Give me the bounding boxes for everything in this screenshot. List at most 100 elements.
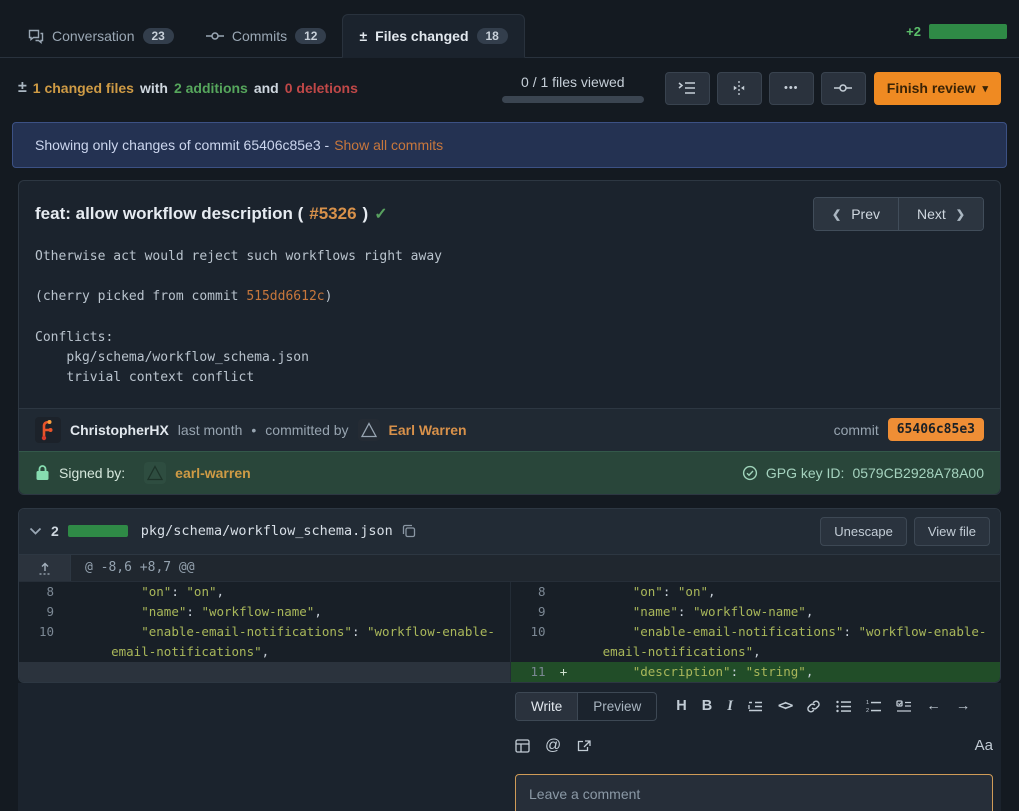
arrow-right-icon[interactable]: →: [956, 698, 971, 714]
pr-number-link[interactable]: #5326: [309, 204, 356, 224]
diff-marker: [63, 582, 81, 602]
author-name-link[interactable]: ChristopherHX: [70, 422, 169, 438]
bold-icon[interactable]: B: [702, 698, 712, 714]
diff-left-cell: 10 "enable-email-notifications": "workfl…: [19, 622, 510, 662]
lock-icon: [35, 464, 50, 481]
code-line: "name": "workflow-name",: [573, 602, 1001, 622]
quote-icon[interactable]: [748, 700, 763, 713]
code-icon[interactable]: <>: [778, 698, 791, 714]
files-viewed-label: 0 / 1 files viewed: [521, 74, 625, 90]
heading-icon[interactable]: H: [676, 698, 686, 714]
gpg-key-label: GPG key ID:: [766, 465, 845, 481]
committer-name-link[interactable]: Earl Warren: [389, 422, 467, 438]
reference-icon[interactable]: [576, 739, 592, 753]
line-number[interactable]: 8: [511, 582, 555, 602]
finish-review-button[interactable]: Finish review ▾: [874, 72, 1001, 105]
page-content: ± 1 changed files with 2 additions and 0…: [0, 67, 1019, 811]
line-number[interactable]: 9: [511, 602, 555, 622]
line-number[interactable]: 10: [19, 622, 63, 662]
ordered-list-icon[interactable]: 12: [866, 700, 881, 713]
diff-left-cell: 8 "on": "on",: [19, 582, 510, 602]
chevron-down-icon[interactable]: [29, 527, 42, 536]
commit-time: last month: [178, 422, 243, 438]
additions-bar: [929, 24, 1007, 39]
hunk-header-row: @ -8,6 +8,7 @@: [19, 555, 1000, 582]
tab-commits-label: Commits: [232, 28, 287, 44]
mention-icon[interactable]: @: [545, 737, 561, 755]
commit-title-text: feat: allow workflow description (: [35, 204, 303, 224]
pr-tab-bar: Conversation 23 Commits 12 ± Files chang…: [0, 0, 1019, 58]
table-icon[interactable]: [515, 739, 530, 753]
file-path[interactable]: pkg/schema/workflow_schema.json: [141, 523, 393, 539]
expand-hunk-button[interactable]: [19, 555, 71, 581]
diff-options-button[interactable]: •••: [769, 72, 814, 105]
italic-icon[interactable]: I: [727, 698, 733, 715]
commit-header: feat: allow workflow description ( #5326)…: [19, 181, 1000, 235]
view-file-button[interactable]: View file: [914, 517, 990, 546]
prev-commit-button[interactable]: ❮ Prev: [814, 198, 899, 230]
svg-text:1: 1: [866, 700, 869, 706]
commit-title: feat: allow workflow description ( #5326)…: [35, 204, 388, 224]
text-style-icon[interactable]: Aa: [975, 737, 993, 754]
committed-by-label: committed by: [265, 422, 348, 438]
unescape-button[interactable]: Unescape: [820, 517, 907, 546]
diff-marker: +: [555, 662, 573, 682]
commit-sha-badge[interactable]: 65406c85e3: [888, 418, 984, 441]
diff-right-cell: 9 "name": "workflow-name",: [510, 602, 1001, 622]
diff-row: 11+ "description": "string",: [19, 662, 1000, 682]
signer-name-link[interactable]: earl-warren: [175, 465, 250, 481]
tab-conversation[interactable]: Conversation 23: [12, 15, 190, 57]
comment-input[interactable]: [515, 774, 993, 811]
commit-title-close: ): [363, 204, 369, 224]
copy-path-icon[interactable]: [402, 524, 416, 538]
committer-avatar[interactable]: [358, 419, 380, 441]
diff-table: 8 "on": "on",8 "on": "on",9 "name": "wor…: [19, 582, 1000, 682]
line-number[interactable]: 9: [19, 602, 63, 622]
conversation-count-badge: 23: [143, 28, 174, 44]
banner-text: Showing only changes of commit 65406c85e…: [35, 137, 329, 153]
diff-right-cell: 11+ "description": "string",: [510, 662, 1001, 682]
tab-files-changed[interactable]: ± Files changed 18: [342, 14, 524, 58]
file-tree-toggle-button[interactable]: [665, 72, 710, 105]
commit-detail-box: feat: allow workflow description ( #5326)…: [18, 180, 1001, 495]
signer-avatar[interactable]: [144, 462, 166, 484]
diff-marker: [555, 602, 573, 622]
line-number[interactable]: 10: [511, 622, 555, 662]
split-view-button[interactable]: [717, 72, 762, 105]
unordered-list-icon[interactable]: [836, 700, 851, 713]
author-avatar[interactable]: [35, 417, 61, 443]
next-commit-button[interactable]: Next ❯: [899, 198, 983, 230]
additions-text: 2 additions: [174, 80, 248, 96]
summary-text: and: [254, 80, 279, 96]
code-line: "on": "on",: [573, 582, 1001, 602]
show-all-commits-link[interactable]: Show all commits: [334, 137, 443, 153]
diff-left-cell: [19, 662, 510, 682]
chevron-left-icon: ❮: [832, 208, 841, 221]
file-actions: Unescape View file: [820, 517, 990, 546]
arrow-left-icon[interactable]: ←: [926, 698, 941, 714]
commit-select-button[interactable]: [821, 72, 866, 105]
tab-commits[interactable]: Commits 12: [190, 15, 343, 57]
tab-preview[interactable]: Preview: [578, 693, 656, 720]
code-line: "description": "string",: [573, 662, 1001, 682]
diff-icon: ±: [18, 79, 27, 97]
line-number[interactable]: 11: [511, 662, 555, 682]
hunk-header-text: @ -8,6 +8,7 @@: [71, 555, 209, 581]
files-changed-count-badge: 18: [477, 28, 508, 44]
line-number[interactable]: 8: [19, 582, 63, 602]
conversation-icon: [28, 28, 44, 44]
diff-toolbar-actions: 0 / 1 files viewed •••: [502, 72, 1001, 105]
svg-text:2: 2: [866, 708, 869, 713]
tab-write[interactable]: Write: [516, 693, 578, 720]
caret-down-icon: ▾: [982, 82, 988, 95]
commit-nav: ❮ Prev Next ❯: [813, 197, 984, 231]
link-icon[interactable]: [806, 699, 821, 714]
diff-right-cell: 8 "on": "on",: [510, 582, 1001, 602]
signed-commit-row: Signed by: earl-warren GPG key ID: 0579C…: [19, 451, 1000, 494]
commit-message: Otherwise act would reject such workflow…: [19, 235, 1000, 408]
diff-toolbar: ± 1 changed files with 2 additions and 0…: [18, 67, 1001, 109]
gpg-key-value: 0579CB2928A78A00: [852, 465, 984, 481]
task-list-icon[interactable]: [896, 700, 911, 713]
file-change-bar: [68, 525, 128, 537]
cherry-pick-commit-link[interactable]: 515dd6612c: [246, 289, 324, 304]
